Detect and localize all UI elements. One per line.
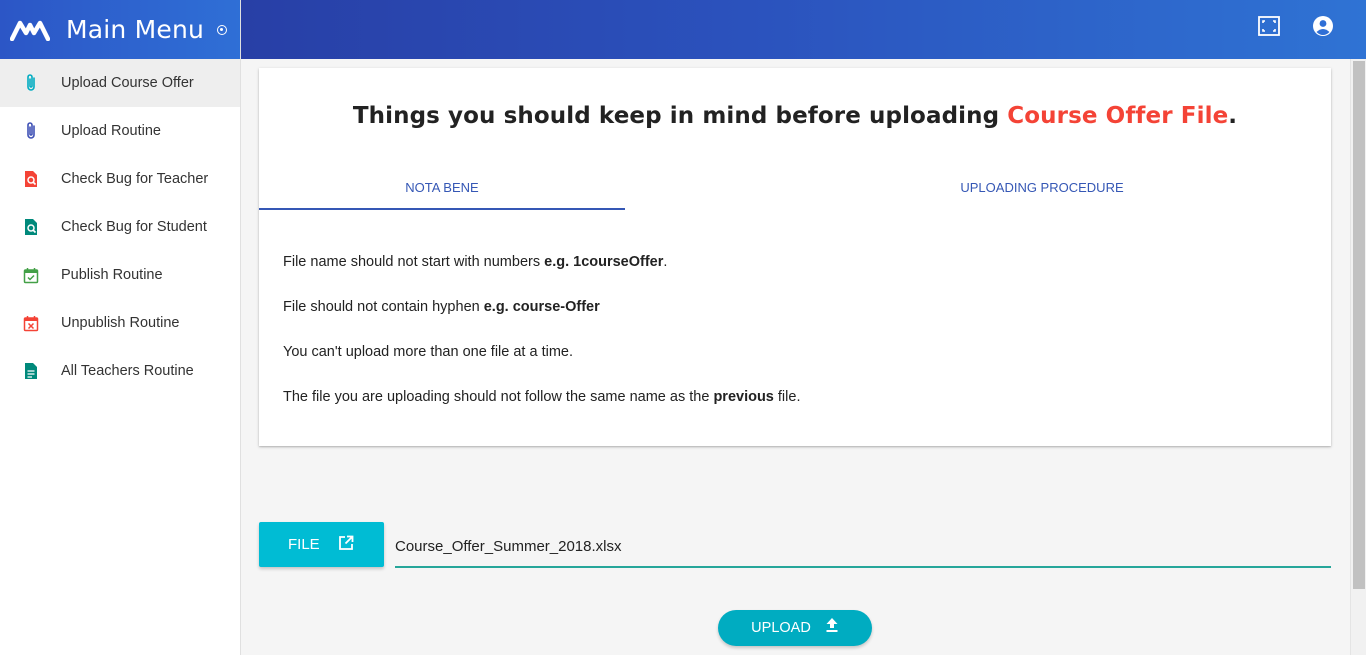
sidebar-item-label: Check Bug for Teacher	[61, 171, 209, 187]
note-text: .	[663, 254, 668, 270]
sidebar-item-publish-routine[interactable]: Publish Routine	[0, 251, 240, 299]
note-item: You can't upload more than one file at a…	[283, 344, 800, 389]
guidelines-card: Things you should keep in mind before up…	[259, 68, 1331, 446]
scrollbar-thumb[interactable]	[1353, 61, 1365, 589]
sidebar-item-upload-routine[interactable]: Upload Routine	[0, 107, 240, 155]
sidebar-item-label: Upload Routine	[61, 123, 161, 139]
sidebar-item-all-teachers-routine[interactable]: All Teachers Routine	[0, 347, 240, 395]
sidebar-item-label: Check Bug for Student	[61, 219, 207, 235]
note-text: file.	[773, 389, 801, 405]
sidebar-item-label: Upload Course Offer	[61, 75, 194, 91]
paperclip-icon	[22, 73, 40, 93]
paperclip-icon	[22, 121, 40, 141]
note-text: The file you are uploading should not fo…	[283, 389, 714, 405]
note-text: File name should not start with numbers	[283, 254, 545, 270]
note-emphasis: e.g. course-Offer	[483, 299, 600, 315]
note-item: File should not contain hyphen e.g. cour…	[283, 299, 800, 344]
upload-button-label: UPLOAD	[751, 620, 811, 636]
page-scrollbar[interactable]	[1350, 59, 1366, 655]
file-button[interactable]: FILE	[259, 522, 384, 567]
note-text: File should not contain hyphen	[283, 299, 484, 315]
calendar-check-icon	[22, 265, 40, 285]
card-title-suffix: .	[1228, 103, 1238, 129]
note-emphasis: previous	[713, 389, 774, 405]
open-in-new-icon	[338, 535, 354, 550]
note-emphasis: e.g. 1courseOffer	[544, 254, 664, 270]
sidebar-nav: Upload Course Offer Upload Routine Check…	[0, 59, 240, 395]
app-logo-icon[interactable]	[10, 19, 50, 41]
sidebar: Main Menu Upload Course Offer Upload Rou…	[0, 0, 241, 655]
sidebar-pin-toggle[interactable]	[217, 24, 228, 35]
fullscreen-icon[interactable]	[1257, 14, 1281, 38]
note-text: You can't upload more than one file at a…	[283, 344, 574, 360]
calendar-remove-icon	[22, 313, 40, 333]
upload-button[interactable]: UPLOAD	[718, 610, 872, 646]
nota-bene-list: File name should not start with numbers …	[283, 254, 800, 434]
main-menu-title: Main Menu	[66, 15, 205, 44]
file-search-icon	[22, 217, 40, 237]
sidebar-item-upload-course-offer[interactable]: Upload Course Offer	[0, 59, 240, 107]
card-title-prefix: Things you should keep in mind before up…	[352, 103, 1008, 129]
card-title-accent: Course Offer File	[1007, 103, 1229, 129]
sidebar-item-label: All Teachers Routine	[61, 363, 194, 379]
upload-icon	[826, 618, 838, 632]
document-icon	[22, 361, 40, 381]
note-item: The file you are uploading should not fo…	[283, 389, 800, 434]
tab-bar: NOTA BENE UPLOADING PROCEDURE	[259, 168, 1331, 211]
active-tab-indicator	[259, 208, 625, 210]
account-circle-icon[interactable]	[1311, 14, 1335, 38]
sidebar-item-check-bug-student[interactable]: Check Bug for Student	[0, 203, 240, 251]
tab-uploading-procedure[interactable]: UPLOADING PROCEDURE	[859, 168, 1225, 211]
top-app-bar	[241, 0, 1366, 59]
sidebar-item-label: Unpublish Routine	[61, 315, 180, 331]
sidebar-header: Main Menu	[0, 0, 240, 59]
sidebar-item-label: Publish Routine	[61, 267, 163, 283]
selected-file-field[interactable]	[395, 526, 1331, 568]
sidebar-item-unpublish-routine[interactable]: Unpublish Routine	[0, 299, 240, 347]
card-title: Things you should keep in mind before up…	[259, 103, 1331, 129]
tab-nota-bene[interactable]: NOTA BENE	[259, 168, 625, 211]
file-search-icon	[22, 169, 40, 189]
sidebar-item-check-bug-teacher[interactable]: Check Bug for Teacher	[0, 155, 240, 203]
note-item: File name should not start with numbers …	[283, 254, 800, 299]
file-button-label: FILE	[288, 536, 320, 553]
